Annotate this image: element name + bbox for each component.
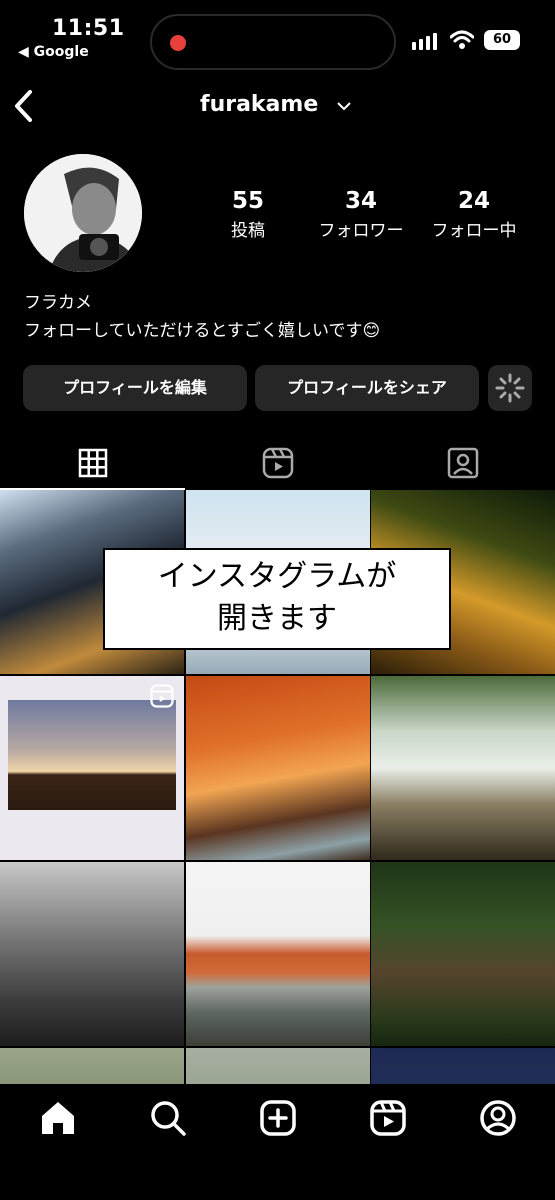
following-label: フォロー中 bbox=[431, 221, 517, 241]
reels-icon[interactable] bbox=[368, 1098, 408, 1138]
bio-text: フォローしていただけるとすごく嬉しいです😊 bbox=[24, 321, 381, 341]
wifi-icon bbox=[450, 30, 474, 49]
search-icon[interactable] bbox=[148, 1098, 188, 1138]
following-stat[interactable]: 24 フォロー中 bbox=[419, 188, 529, 241]
profile-username[interactable]: furakame bbox=[200, 92, 318, 117]
reels-badge-icon bbox=[150, 684, 174, 708]
dynamic-island bbox=[150, 14, 396, 70]
battery-icon: 60 bbox=[484, 30, 520, 50]
signal-icon bbox=[412, 33, 437, 50]
display-name: フラカメ bbox=[24, 293, 92, 313]
spinner-icon bbox=[495, 373, 525, 403]
avatar[interactable] bbox=[24, 154, 142, 272]
home-icon[interactable] bbox=[38, 1098, 78, 1138]
tagged-icon bbox=[447, 447, 478, 479]
followers-stat[interactable]: 34 フォロワー bbox=[306, 188, 416, 241]
back-arrow-icon[interactable] bbox=[12, 88, 36, 124]
followers-count: 34 bbox=[344, 188, 377, 214]
post-thumbnail[interactable] bbox=[371, 676, 555, 860]
chevron-down-icon[interactable] bbox=[336, 100, 352, 112]
post-thumbnail[interactable] bbox=[186, 676, 370, 860]
followers-label: フォロワー bbox=[318, 221, 404, 241]
grid-icon bbox=[78, 448, 107, 478]
post-thumbnail[interactable] bbox=[186, 1048, 370, 1084]
posts-stat[interactable]: 55 投稿 bbox=[193, 188, 303, 241]
back-to-app-link[interactable]: ◀ Google bbox=[18, 44, 89, 60]
post-thumbnail[interactable] bbox=[0, 1048, 184, 1084]
post-thumbnail[interactable] bbox=[0, 862, 184, 1046]
edit-profile-button[interactable]: プロフィールを編集 bbox=[23, 365, 247, 411]
posts-label: 投稿 bbox=[231, 221, 265, 241]
post-thumbnail[interactable] bbox=[371, 862, 555, 1046]
posts-count: 55 bbox=[231, 188, 264, 214]
overlay-line-2: 開きます bbox=[217, 601, 337, 636]
post-thumbnail[interactable] bbox=[186, 862, 370, 1046]
profile-icon[interactable] bbox=[478, 1098, 518, 1138]
overlay-line-1: インスタグラムが bbox=[157, 559, 397, 594]
share-profile-button[interactable]: プロフィールをシェア bbox=[255, 365, 479, 411]
tab-reels[interactable] bbox=[185, 437, 370, 489]
following-count: 24 bbox=[457, 188, 490, 214]
bottom-nav bbox=[0, 1084, 555, 1200]
post-thumbnail[interactable] bbox=[371, 1048, 555, 1084]
post-thumbnail[interactable] bbox=[0, 676, 184, 860]
tab-grid[interactable] bbox=[0, 437, 185, 489]
overlay-message: インスタグラムが 開きます bbox=[103, 548, 451, 650]
loading-spinner-button[interactable] bbox=[488, 365, 532, 411]
create-icon[interactable] bbox=[258, 1098, 298, 1138]
reels-icon bbox=[262, 447, 293, 479]
tab-tagged[interactable] bbox=[370, 437, 555, 489]
recording-indicator-icon bbox=[170, 35, 186, 51]
status-time: 11:51 bbox=[52, 16, 125, 41]
